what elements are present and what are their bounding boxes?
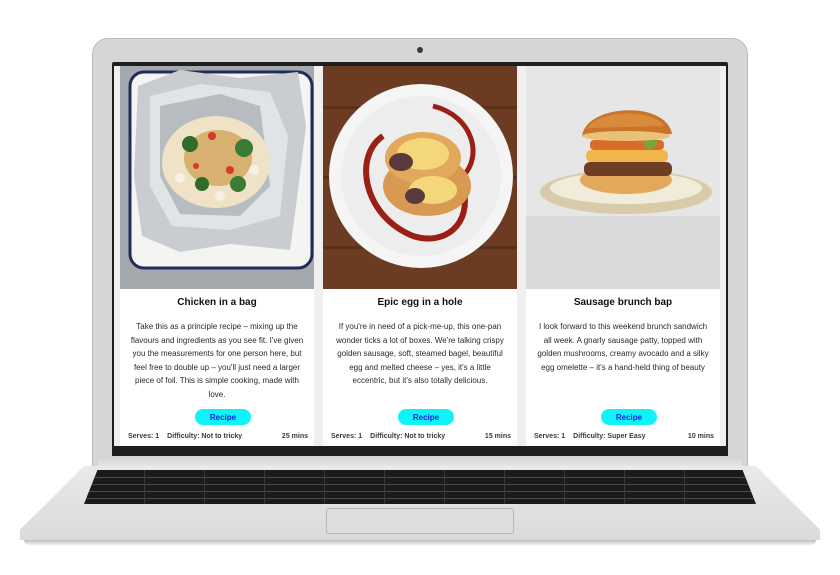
recipe-meta: Serves: 1 Difficulty: Not to tricky 25 m… [128, 433, 308, 440]
recipe-card-chicken-in-a-bag: Chicken in a bag Take this as a principl… [120, 66, 314, 446]
recipe-card-epic-egg-in-a-hole: Epic egg in a hole If you're in need of … [323, 66, 517, 446]
recipe-title: Epic egg in a hole [377, 297, 463, 308]
recipe-description: If you're in need of a pick-me-up, this … [336, 322, 504, 385]
webcam-icon [417, 47, 423, 53]
recipe-photo-epic-egg-in-a-hole [323, 66, 517, 289]
recipe-meta: Serves: 1 Difficulty: Not to tricky 15 m… [331, 433, 511, 440]
recipe-cards: Chicken in a bag Take this as a principl… [120, 66, 720, 446]
recipe-photo-chicken-in-a-bag [120, 66, 314, 289]
recipe-button[interactable]: Recipe [398, 409, 454, 425]
laptop-shadow [24, 540, 816, 546]
recipe-title: Chicken in a bag [177, 297, 257, 308]
serves-label: Serves: 1 [331, 433, 363, 440]
keyboard [84, 470, 756, 504]
serves-label: Serves: 1 [534, 433, 566, 440]
recipe-meta: Serves: 1 Difficulty: Super Easy 10 mins [534, 433, 714, 440]
recipe-button[interactable]: Recipe [601, 409, 657, 425]
cook-time-label: 25 mins [281, 433, 308, 440]
recipe-title: Sausage brunch bap [573, 297, 673, 308]
trackpad [326, 508, 514, 534]
difficulty-label: Difficulty: Super Easy [573, 433, 646, 440]
recipe-card-sausage-brunch-bap: Sausage brunch bap I look forward to thi… [526, 66, 720, 446]
serves-label: Serves: 1 [128, 433, 160, 440]
recipe-description: I look forward to this weekend brunch sa… [537, 322, 709, 372]
laptop-screen: Chicken in a bag Take this as a principl… [114, 66, 726, 446]
recipe-description: Take this as a principle recipe – mixing… [130, 322, 304, 399]
difficulty-label: Difficulty: Not to tricky [167, 433, 243, 440]
recipe-button[interactable]: Recipe [195, 409, 251, 425]
difficulty-label: Difficulty: Not to tricky [370, 433, 446, 440]
cook-time-label: 10 mins [687, 433, 714, 440]
cook-time-label: 15 mins [484, 433, 511, 440]
recipe-photo-sausage-brunch-bap [526, 66, 720, 289]
